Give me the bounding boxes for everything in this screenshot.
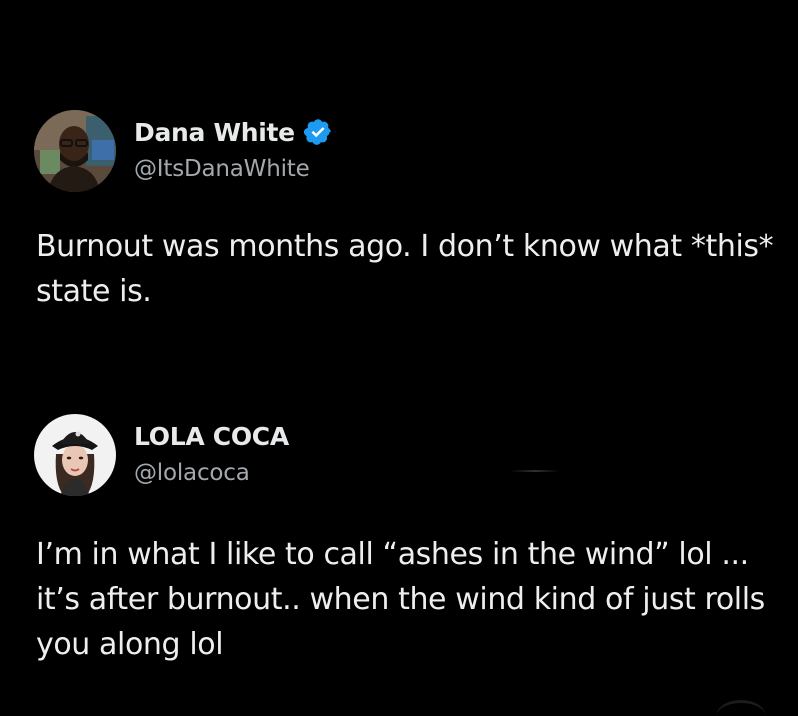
man-in-glasses-avatar-icon (34, 110, 116, 192)
display-name-row: Dana White (134, 114, 333, 150)
post-header: Dana White @ItsDanaWhite (0, 108, 798, 198)
display-name-row: LOLA COCA (134, 418, 289, 454)
avatar[interactable] (34, 110, 116, 192)
decorative-arc (716, 700, 766, 716)
display-name[interactable]: LOLA COCA (134, 422, 289, 451)
user-handle[interactable]: @lolacoca (134, 460, 289, 486)
user-handle[interactable]: @ItsDanaWhite (134, 156, 333, 182)
post-text: Burnout was months ago. I don’t know wha… (36, 229, 774, 309)
verified-badge-icon (303, 117, 333, 147)
display-name[interactable]: Dana White (134, 118, 295, 147)
post-text: I’m in what I like to call “ashes in the… (36, 537, 765, 662)
post-lola-coca[interactable]: LOLA COCA @lolacoca I’m in what I like t… (0, 412, 798, 662)
post-header: LOLA COCA @lolacoca (0, 412, 798, 502)
author-info: LOLA COCA @lolacoca (134, 418, 289, 487)
woman-in-bucket-hat-avatar-icon (34, 414, 116, 496)
avatar[interactable] (34, 414, 116, 496)
author-info: Dana White @ItsDanaWhite (134, 114, 333, 182)
post-dana-white[interactable]: Dana White @ItsDanaWhite Burnout was mon… (0, 108, 798, 309)
